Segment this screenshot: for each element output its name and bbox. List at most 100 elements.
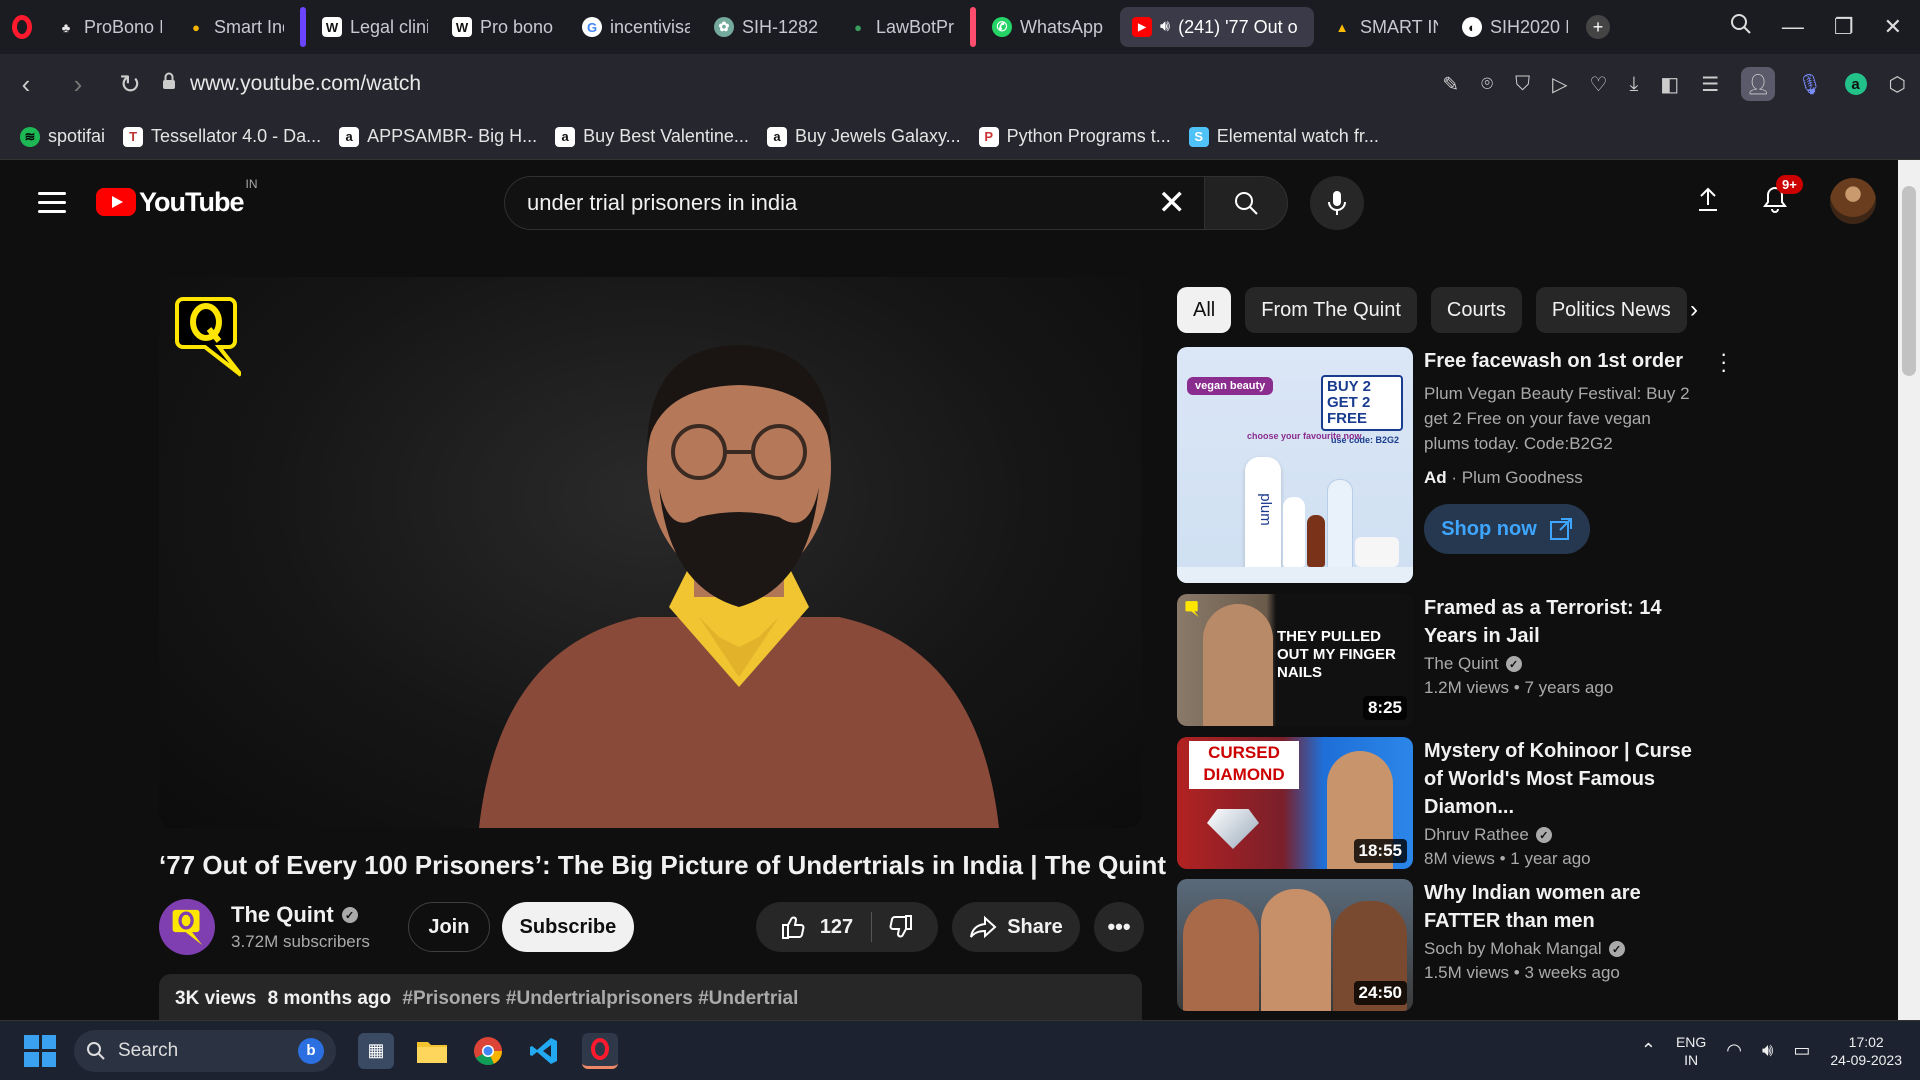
volume-icon[interactable]: 🔊︎ xyxy=(1762,1040,1773,1061)
bookmark-spotifai[interactable]: ≋ spotifai xyxy=(20,126,105,147)
tab-incentivisation[interactable]: G incentivisa xyxy=(570,7,702,47)
tab-probono[interactable]: ♣ ProBono In xyxy=(44,7,174,47)
chip-courts[interactable]: Courts xyxy=(1430,287,1522,333)
ad-thumbnail[interactable]: vegan beauty BUY 2 GET 2 FREE use code: … xyxy=(1177,347,1413,583)
scrollbar-thumb[interactable] xyxy=(1902,186,1916,376)
chip-from-the-quint[interactable]: From The Quint xyxy=(1245,287,1417,333)
video-title-link[interactable]: Why Indian women are FATTER than men xyxy=(1424,879,1697,935)
video-thumbnail[interactable]: 24:50 xyxy=(1177,879,1413,1011)
clear-search-icon[interactable]: ✕ xyxy=(1158,183,1187,223)
speaker-icon[interactable]: 🔊︎ xyxy=(1160,18,1170,36)
list-item[interactable]: THEY PULLED OUT MY FINGER NAILS 8:25 Fra… xyxy=(1177,594,1697,726)
subscribe-button[interactable]: Subscribe xyxy=(501,902,634,952)
tab-whatsapp[interactable]: ✆ WhatsApp xyxy=(980,7,1120,47)
tab-search-icon[interactable] xyxy=(1730,13,1752,41)
channel-name-link[interactable]: Soch by Mohak Mangal ✓ xyxy=(1424,939,1697,959)
file-explorer-icon[interactable] xyxy=(414,1033,450,1069)
menu-icon[interactable] xyxy=(38,191,66,213)
shop-now-button[interactable]: Shop now xyxy=(1424,504,1590,554)
bookmark-elemental[interactable]: S Elemental watch fr... xyxy=(1188,126,1379,147)
tab-smart-india[interactable]: ● Smart Indi xyxy=(174,7,296,47)
ad-title[interactable]: Free facewash on 1st order xyxy=(1424,347,1697,375)
video-player[interactable] xyxy=(159,277,1142,828)
tab-sih-1282[interactable]: ✿ SIH-1282 xyxy=(702,7,832,47)
tab-youtube-active[interactable]: ▶ 🔊︎ (241) '77 Out o xyxy=(1120,7,1314,47)
lock-icon[interactable] xyxy=(162,72,176,96)
spotify-icon: ≋ xyxy=(20,126,40,147)
chip-politics-news[interactable]: Politics News xyxy=(1535,287,1687,333)
tab-pro-bono[interactable]: W Pro bono - xyxy=(440,7,570,47)
list-item[interactable]: 24:50 Why Indian women are FATTER than m… xyxy=(1177,879,1697,1011)
notifications-button[interactable]: 9+ xyxy=(1762,174,1803,218)
channel-name-link[interactable]: Dhruv Rathee ✓ xyxy=(1424,825,1697,845)
tab-sih2020[interactable]: ◐ SIH2020 In xyxy=(1450,7,1580,47)
search-button[interactable] xyxy=(1204,176,1288,230)
voice-search-button[interactable] xyxy=(1310,176,1364,230)
vscode-icon[interactable] xyxy=(526,1033,562,1069)
ad-card[interactable]: vegan beauty BUY 2 GET 2 FREE use code: … xyxy=(1177,347,1697,583)
chevron-right-icon[interactable]: › xyxy=(1690,296,1698,324)
wifi-icon[interactable]: ◠ xyxy=(1726,1040,1742,1061)
profile-icon[interactable]: 👤︎ xyxy=(1741,67,1776,101)
heart-icon[interactable]: ♡ xyxy=(1590,72,1608,97)
send-icon[interactable]: ▷ xyxy=(1552,72,1567,97)
taskbar-search-box[interactable]: Search b xyxy=(74,1029,336,1072)
like-button[interactable]: 127 xyxy=(780,914,853,940)
language-indicator[interactable]: ENG IN xyxy=(1676,1033,1706,1069)
shield-icon[interactable]: ⛉ xyxy=(1515,73,1530,96)
reload-icon[interactable]: ↻ xyxy=(104,69,156,100)
channel-name-link[interactable]: The Quint ✓ xyxy=(1424,654,1697,674)
more-actions-icon[interactable]: ••• xyxy=(1094,902,1144,952)
easy-setup-icon[interactable]: ☰ xyxy=(1701,72,1719,97)
opera-menu-icon[interactable] xyxy=(0,0,44,54)
hashtags[interactable]: #Prisoners #Undertrialprisoners #Undertr… xyxy=(402,988,798,1009)
bookmark-jewels[interactable]: a Buy Jewels Galaxy... xyxy=(766,126,961,147)
ad-more-options-icon[interactable]: · · · xyxy=(1720,343,1727,381)
bookmark-valentine[interactable]: a Buy Best Valentine... xyxy=(555,126,749,147)
edit-icon[interactable]: ✎ xyxy=(1442,72,1459,97)
bookmark-python[interactable]: P Python Programs t... xyxy=(978,126,1171,147)
channel-name[interactable]: The Quint ✓ xyxy=(231,902,370,928)
system-clock[interactable]: 17:02 24-09-2023 xyxy=(1830,1033,1902,1069)
tab-smart-in[interactable]: ▲ SMART IN xyxy=(1320,7,1450,47)
tab-legal-clinic[interactable]: W Legal clinic xyxy=(310,7,440,47)
chevron-up-icon[interactable]: ⌃ xyxy=(1641,1040,1656,1061)
tab-lawbotpro[interactable]: ● LawBotPro xyxy=(836,7,966,47)
bookmark-tessellator[interactable]: T Tessellator 4.0 - Da... xyxy=(123,126,321,147)
search-input[interactable]: under trial prisoners in india ✕ xyxy=(504,176,1204,230)
video-thumbnail[interactable]: CURSED DIAMOND 18:55 xyxy=(1177,737,1413,869)
voice-icon[interactable]: 🎙︎ xyxy=(1797,72,1822,97)
back-icon[interactable]: ‹ xyxy=(0,69,52,100)
page-scrollbar[interactable] xyxy=(1898,160,1920,1020)
url-field[interactable]: www.youtube.com/watch xyxy=(162,72,421,96)
join-button[interactable]: Join xyxy=(407,902,490,952)
opera-taskbar-icon[interactable] xyxy=(582,1032,618,1069)
video-title-link[interactable]: Mystery of Kohinoor | Curse of World's M… xyxy=(1424,737,1697,821)
chip-all[interactable]: All xyxy=(1177,287,1232,333)
youtube-logo[interactable]: YouTube IN xyxy=(96,177,257,218)
close-window-icon[interactable]: ✕ xyxy=(1884,14,1902,40)
battery-icon[interactable]: ▭ xyxy=(1793,1040,1810,1061)
dislike-button[interactable] xyxy=(888,914,914,940)
video-title-link[interactable]: Framed as a Terrorist: 14 Years in Jail xyxy=(1424,594,1697,650)
chrome-icon[interactable] xyxy=(470,1033,506,1069)
minimize-icon[interactable]: — xyxy=(1782,14,1804,40)
account-avatar[interactable] xyxy=(1830,178,1876,224)
windows-start-icon[interactable] xyxy=(24,1034,56,1067)
restore-icon[interactable]: ❐ xyxy=(1834,14,1854,40)
channel-avatar[interactable] xyxy=(159,899,215,955)
new-tab-plus-icon[interactable]: + xyxy=(1586,15,1610,39)
bing-icon[interactable]: b xyxy=(298,1037,324,1064)
forward-icon[interactable]: › xyxy=(52,69,104,100)
aria-icon[interactable]: a xyxy=(1844,73,1867,95)
battery-saver-icon[interactable]: ◧ xyxy=(1660,72,1679,97)
share-button[interactable]: Share xyxy=(952,902,1080,952)
upload-icon[interactable] xyxy=(1696,186,1720,217)
calculator-icon[interactable]: ▦ xyxy=(358,1032,394,1069)
list-item[interactable]: CURSED DIAMOND 18:55 Mystery of Kohinoor… xyxy=(1177,737,1697,869)
bookmark-appsambr[interactable]: a APPSAMBR- Big H... xyxy=(339,126,537,147)
download-icon[interactable]: ⤓ xyxy=(1629,73,1638,96)
video-thumbnail[interactable]: THEY PULLED OUT MY FINGER NAILS 8:25 xyxy=(1177,594,1413,726)
camera-icon[interactable]: ⌾ xyxy=(1481,73,1493,96)
extensions-cube-icon[interactable]: ⬡ xyxy=(1889,72,1906,97)
